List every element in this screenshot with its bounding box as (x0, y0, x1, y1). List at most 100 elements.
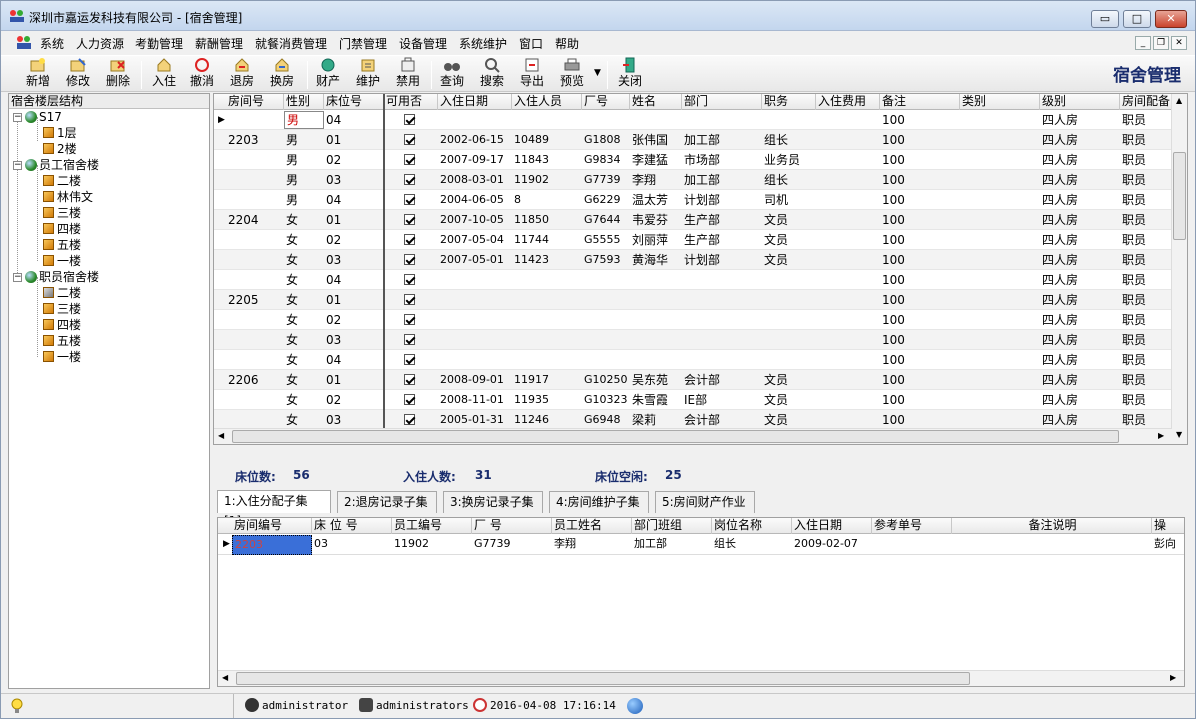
scroll-down-icon[interactable]: ▼ (1176, 430, 1182, 439)
cell-position[interactable]: 文员 (762, 390, 816, 410)
cell-name[interactable]: 黄海华 (630, 250, 682, 270)
table-row[interactable]: 女 03 100 四人房 职员 (214, 330, 1174, 350)
scroll-left-icon[interactable]: ◀ (218, 431, 224, 440)
cell-checkin-date[interactable]: 2007-10-05 (438, 210, 512, 230)
cell-fee[interactable] (816, 390, 880, 410)
cell-remark[interactable]: 100 (880, 290, 960, 310)
cell-fee[interactable] (816, 410, 880, 430)
cell-fee[interactable] (816, 270, 880, 290)
cell-bed-no[interactable]: 04 (324, 190, 384, 210)
cell-remark[interactable]: 100 (880, 110, 960, 130)
col-type-header[interactable]: 类别 (960, 94, 1040, 110)
cell-gender[interactable]: 女 (284, 350, 324, 370)
cell-dept[interactable]: IE部 (682, 390, 762, 410)
tree-node-clerk-dorm[interactable]: 职员宿舍楼 (25, 269, 99, 285)
available-checkbox[interactable] (404, 314, 415, 325)
cell-fee[interactable] (816, 210, 880, 230)
cell-position[interactable]: 文员 (762, 210, 816, 230)
available-checkbox[interactable] (404, 374, 415, 385)
tab-change-room-records[interactable]: 3:换房记录子集 (443, 491, 543, 513)
property-button[interactable]: 财产 (313, 57, 343, 91)
cell-level[interactable]: 四人房 (1040, 170, 1120, 190)
cell-name[interactable]: 李翔 (630, 170, 682, 190)
menu-help[interactable]: 帮助 (555, 35, 579, 52)
subcell-bed-no[interactable]: 03 (312, 535, 392, 555)
cell-remark[interactable]: 100 (880, 210, 960, 230)
cell-position[interactable] (762, 330, 816, 350)
search-button[interactable]: 搜索 (477, 57, 507, 91)
cell-gender[interactable]: 男 (284, 130, 324, 150)
table-row[interactable]: 女 02 2008-11-01 11935 G10323 朱雪霞 IE部 文员 100 四人房 职员 (214, 390, 1174, 410)
col-remark-header[interactable]: 备注 (880, 94, 960, 110)
sub-room-no-header[interactable]: 房间编号 (232, 518, 312, 534)
cell-position[interactable]: 文员 (762, 370, 816, 390)
cell-gender[interactable]: 男 (284, 190, 324, 210)
cell-type[interactable] (960, 290, 1040, 310)
cell-factory-no[interactable] (582, 330, 630, 350)
cell-name[interactable] (630, 310, 682, 330)
col-fee-header[interactable]: 入住费用 (816, 94, 880, 110)
cell-occupant[interactable] (512, 330, 582, 350)
available-checkbox[interactable] (404, 414, 415, 425)
subcell-emp-no[interactable]: 11902 (392, 535, 472, 555)
cell-dept[interactable]: 会计部 (682, 410, 762, 430)
table-row[interactable]: 女 03 2005-01-31 11246 G6948 梁莉 会计部 文员 100 四人房 职员 (214, 410, 1174, 430)
undo-button[interactable]: 撤消 (187, 57, 217, 91)
cell-dept[interactable] (682, 270, 762, 290)
cell-dept[interactable] (682, 290, 762, 310)
cell-factory-no[interactable]: G7739 (582, 170, 630, 190)
cell-dept[interactable]: 加工部 (682, 130, 762, 150)
table-row[interactable]: 女 02 2007-05-04 11744 G5555 刘丽萍 生产部 文员 100 四人房 职员 (214, 230, 1174, 250)
mdi-restore-button[interactable]: ❐ (1153, 36, 1169, 50)
tree-node-s17[interactable]: S17 (25, 109, 62, 125)
cell-type[interactable] (960, 390, 1040, 410)
cell-occupant[interactable]: 11935 (512, 390, 582, 410)
col-bed-no-header[interactable]: 床位号 (324, 94, 384, 110)
vertical-scroll-thumb[interactable] (1173, 152, 1186, 240)
cell-fee[interactable] (816, 110, 880, 130)
cell-remark[interactable]: 100 (880, 170, 960, 190)
cell-dept[interactable]: 计划部 (682, 250, 762, 270)
cell-occupant[interactable]: 11843 (512, 150, 582, 170)
scroll-right-icon[interactable]: ▶ (1170, 673, 1176, 682)
tree-node-staff-f4[interactable]: 四楼 (43, 221, 81, 237)
cell-dept[interactable] (682, 330, 762, 350)
cell-gender[interactable]: 女 (284, 310, 324, 330)
subcell-dept-group[interactable]: 加工部 (632, 535, 712, 555)
cell-checkin-date[interactable]: 2008-09-01 (438, 370, 512, 390)
menu-dining[interactable]: 就餐消费管理 (255, 35, 327, 52)
cell-factory-no[interactable]: G5555 (582, 230, 630, 250)
tab-checkout-records[interactable]: 2:退房记录子集 (337, 491, 437, 513)
available-checkbox[interactable] (404, 214, 415, 225)
sub-emp-no-header[interactable]: 员工编号 (392, 518, 472, 534)
cell-room-no[interactable] (226, 190, 284, 210)
cell-checkin-date[interactable]: 2008-03-01 (438, 170, 512, 190)
cell-fee[interactable] (816, 370, 880, 390)
cell-occupant[interactable] (512, 270, 582, 290)
available-checkbox[interactable] (404, 154, 415, 165)
sub-factory-no-header[interactable]: 厂 号 (472, 518, 552, 534)
cell-gender[interactable]: 男 (284, 150, 324, 170)
cell-type[interactable] (960, 370, 1040, 390)
cell-fee[interactable] (816, 230, 880, 250)
subcell-post[interactable]: 组长 (712, 535, 792, 555)
col-dept-header[interactable]: 部门 (682, 94, 762, 110)
table-row[interactable]: 男 02 2007-09-17 11843 G9834 李建猛 市场部 业务员 100 四人房 职员 (214, 150, 1174, 170)
cell-gender[interactable]: 女 (284, 390, 324, 410)
cell-occupant[interactable]: 11850 (512, 210, 582, 230)
cell-level[interactable]: 四人房 (1040, 250, 1120, 270)
cell-factory-no[interactable]: G1808 (582, 130, 630, 150)
cell-room-no[interactable] (226, 250, 284, 270)
cell-checkin-date[interactable]: 2005-01-31 (438, 410, 512, 430)
available-checkbox[interactable] (404, 254, 415, 265)
available-checkbox[interactable] (404, 334, 415, 345)
cell-name[interactable]: 朱雪霞 (630, 390, 682, 410)
cell-remark[interactable]: 100 (880, 370, 960, 390)
cell-occupant[interactable]: 10489 (512, 130, 582, 150)
cell-room-no[interactable] (226, 110, 284, 130)
horizontal-scroll-thumb[interactable] (232, 430, 1119, 443)
cell-bed-no[interactable]: 02 (324, 230, 384, 250)
close-button[interactable]: 关闭 (615, 57, 645, 91)
preview-button[interactable]: 预览 (557, 57, 587, 91)
cell-dept[interactable]: 生产部 (682, 230, 762, 250)
